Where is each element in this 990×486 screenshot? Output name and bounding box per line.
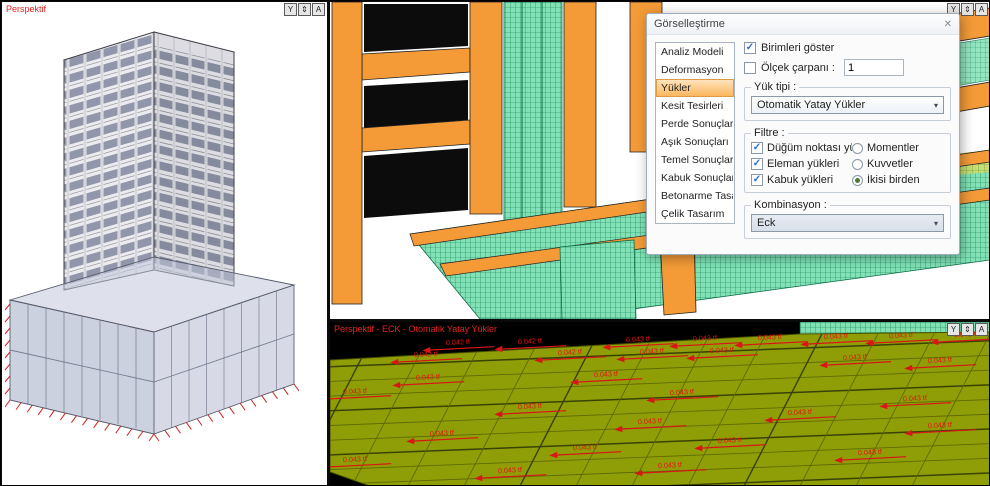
- filter-group-label: Filtre :: [751, 127, 788, 139]
- viewport-toolbar: Y ⇕ A: [284, 3, 325, 16]
- load-label: 0.042 tf: [558, 347, 582, 357]
- loads-plan-viewport[interactable]: Perspektif - ECK - Otomatik Yatay Yükler…: [330, 322, 990, 486]
- load-label: 0.043 tf: [658, 460, 682, 470]
- load-label: 0.043 tf: [498, 465, 522, 475]
- combination-value: Eck: [757, 217, 775, 229]
- load-label: 0.043 tf: [343, 454, 367, 464]
- view-flip-button[interactable]: ⇕: [961, 3, 974, 16]
- forces-label: Kuvvetler: [867, 158, 913, 170]
- close-icon[interactable]: ✕: [944, 19, 952, 30]
- load-label: 0.043 tf: [573, 442, 597, 452]
- check-icon: ✓: [753, 159, 761, 169]
- list-item-kabuk-sonuclari[interactable]: Kabuk Sonuçları: [656, 169, 734, 187]
- show-units-label: Birimleri göster: [761, 42, 834, 54]
- combination-group-label: Kombinasyon :: [751, 199, 830, 211]
- list-item-asik-sonuclari[interactable]: Aşık Sonuçları: [656, 133, 734, 151]
- view-a-button[interactable]: A: [312, 3, 325, 16]
- load-label: 0.043 tf: [594, 369, 618, 379]
- slab-loads-view: 0.042 tf 0.042 tf 0.043 tf 0.043 tf 0.043 tf…: [330, 322, 990, 486]
- check-icon: ✓: [753, 143, 761, 153]
- view-y-button[interactable]: Y: [284, 3, 297, 16]
- load-label: 0.043 tf: [718, 435, 742, 445]
- moments-label: Momentler: [867, 142, 919, 154]
- load-label: 0.042 tf: [518, 336, 542, 346]
- filter-group: Filtre : ✓ Düğüm noktası yükleri Momentle…: [744, 127, 951, 193]
- view-flip-button[interactable]: ⇕: [298, 3, 311, 16]
- list-item-celik-tasarim[interactable]: Çelik Tasarım: [656, 205, 734, 223]
- app-window: Perspektif Y ⇕ A Y: [0, 0, 990, 486]
- node-loads-checkbox[interactable]: ✓: [751, 142, 763, 154]
- load-label: 0.042 tf: [446, 337, 470, 347]
- scale-factor-checkbox[interactable]: [744, 62, 756, 74]
- both-radio[interactable]: [852, 175, 863, 186]
- load-label: 0.043 tf: [858, 447, 882, 457]
- load-type-group: Yük tipi : Otomatik Yatay Yükler ▾: [744, 81, 951, 121]
- load-label: 0.043 tf: [788, 407, 812, 417]
- load-label: 0.043 tf: [928, 355, 952, 365]
- load-label: 0.043 tf: [693, 333, 717, 343]
- view-a-button[interactable]: A: [975, 3, 988, 16]
- load-type-value: Otomatik Yatay Yükler: [757, 99, 865, 111]
- list-item-temel-sonuclari[interactable]: Temel Sonuçları: [656, 151, 734, 169]
- load-label: 0.043 tf: [430, 428, 454, 438]
- load-label: 0.043 tf: [670, 387, 694, 397]
- list-item-perde-sonuclari[interactable]: Perde Sonuçları: [656, 115, 734, 133]
- building-3d-model: [2, 2, 327, 486]
- moments-radio[interactable]: [852, 143, 863, 154]
- category-list: Analiz Modeli Deformasyon Yükler Kesit T…: [655, 42, 735, 224]
- load-label: 0.043 tf: [518, 401, 542, 411]
- load-label: 0.042 tf: [414, 349, 438, 359]
- view-flip-button[interactable]: ⇕: [961, 323, 974, 336]
- scale-factor-label: Ölçek çarpanı :: [761, 62, 835, 74]
- view-y-button[interactable]: Y: [947, 323, 960, 336]
- scale-factor-input[interactable]: [844, 59, 904, 76]
- forces-radio[interactable]: [852, 159, 863, 170]
- load-label: 0.043 tf: [343, 386, 367, 396]
- load-type-select[interactable]: Otomatik Yatay Yükler ▾: [751, 96, 944, 114]
- chevron-down-icon: ▾: [934, 219, 938, 228]
- dialog-content: ✓ Birimleri göster Ölçek çarpanı : Yük t…: [744, 42, 951, 245]
- load-label: 0.043 tf: [640, 346, 664, 356]
- chevron-down-icon: ▾: [934, 101, 938, 110]
- load-label: 0.043 tf: [903, 393, 927, 403]
- dialog-title: Görselleştirme: [654, 18, 725, 30]
- viewport-title: Perspektif - ECK - Otomatik Yatay Yükler: [334, 324, 497, 334]
- check-icon: ✓: [753, 175, 761, 185]
- perspective-viewport[interactable]: Perspektif Y ⇕ A: [2, 2, 327, 486]
- list-item-kesit-tesirleri[interactable]: Kesit Tesirleri: [656, 97, 734, 115]
- load-label: 0.043 tf: [758, 332, 782, 342]
- load-label: 0.043 tf: [824, 331, 848, 341]
- viewport-toolbar: Y ⇕ A: [947, 323, 988, 336]
- view-a-button[interactable]: A: [975, 323, 988, 336]
- show-units-checkbox[interactable]: ✓: [744, 42, 756, 54]
- load-label: 0.043 tf: [626, 334, 650, 344]
- list-item-betonarme-tasarim[interactable]: Betonarme Tasar...: [656, 187, 734, 205]
- combination-select[interactable]: Eck ▾: [751, 214, 944, 232]
- shell-loads-label: Kabuk yükleri: [767, 174, 833, 186]
- combination-group: Kombinasyon : Eck ▾: [744, 199, 951, 239]
- load-label: 0.043 tf: [889, 330, 913, 340]
- list-item-deformasyon[interactable]: Deformasyon: [656, 61, 734, 79]
- visualization-dialog: Görselleştirme ✕ Analiz Modeli Deformasy…: [646, 13, 960, 255]
- load-label: 0.043 tf: [843, 352, 867, 362]
- load-label: 0.043 tf: [638, 416, 662, 426]
- dialog-titlebar[interactable]: Görselleştirme ✕: [647, 14, 959, 35]
- load-type-group-label: Yük tipi :: [751, 81, 799, 93]
- check-icon: ✓: [746, 43, 754, 53]
- list-item-yukler[interactable]: Yükler: [656, 79, 734, 97]
- element-loads-checkbox[interactable]: ✓: [751, 158, 763, 170]
- load-label: 0.043 tf: [928, 420, 952, 430]
- list-item-analiz-modeli[interactable]: Analiz Modeli: [656, 43, 734, 61]
- node-loads-label: Düğüm noktası yükleri: [767, 142, 852, 154]
- load-label: 0.043 tf: [416, 372, 440, 382]
- both-label: İkisi birden: [867, 174, 920, 186]
- viewport-title: Perspektif: [6, 4, 46, 14]
- load-label: 0.043 tf: [710, 345, 734, 355]
- element-loads-label: Eleman yükleri: [767, 158, 839, 170]
- shell-loads-checkbox[interactable]: ✓: [751, 174, 763, 186]
